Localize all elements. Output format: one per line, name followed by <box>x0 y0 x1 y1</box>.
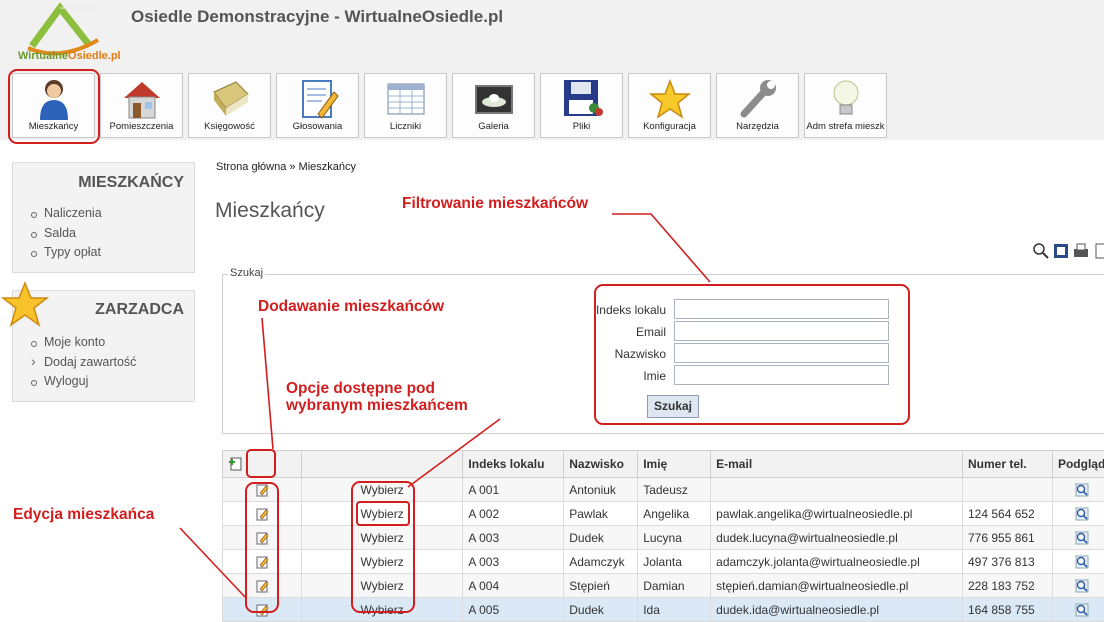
annotation-filter: Filtrowanie mieszkańców <box>402 195 588 212</box>
annotation-add: Dodawanie mieszkańców <box>258 298 444 315</box>
highlight-edit-column <box>245 482 279 613</box>
highlight-add-button <box>246 449 276 478</box>
annotation-lines <box>0 0 1104 613</box>
annotation-options-line1: Opcje dostępne pod <box>286 380 435 397</box>
annotation-edit: Edycja mieszkańca <box>13 506 154 523</box>
highlight-search-form <box>594 284 910 425</box>
annotation-options-line2: wybranym mieszkańcem <box>286 397 468 414</box>
highlight-select-link <box>356 501 410 526</box>
highlight-residents-button <box>8 69 100 144</box>
